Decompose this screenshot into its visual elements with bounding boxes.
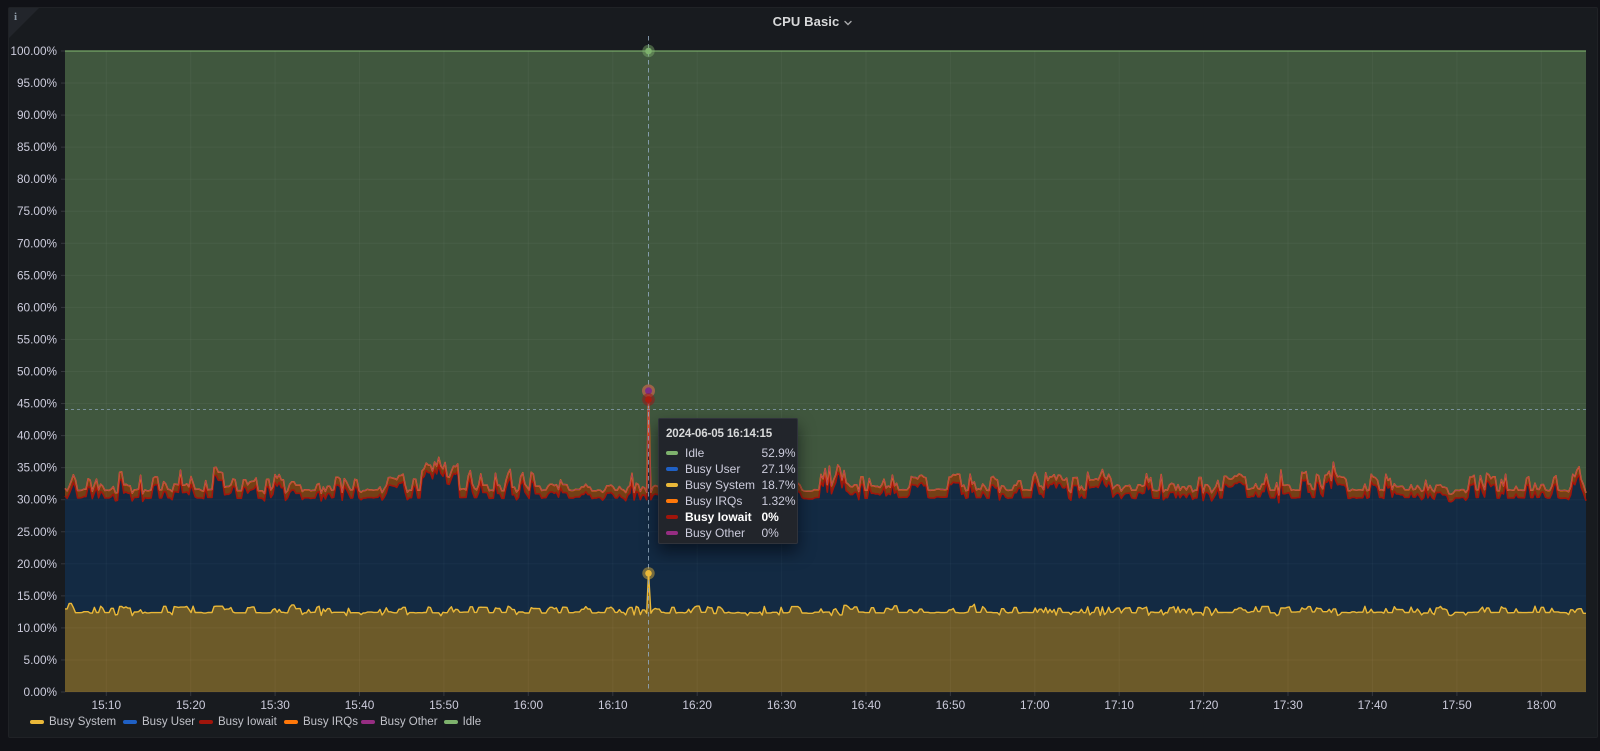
svg-text:5.00%: 5.00% bbox=[24, 653, 58, 667]
svg-text:16:40: 16:40 bbox=[851, 698, 881, 712]
svg-text:17:00: 17:00 bbox=[1020, 698, 1050, 712]
svg-text:15:30: 15:30 bbox=[260, 698, 290, 712]
svg-text:35.00%: 35.00% bbox=[17, 461, 58, 475]
svg-text:40.00%: 40.00% bbox=[17, 429, 58, 443]
svg-text:16:30: 16:30 bbox=[767, 698, 797, 712]
svg-text:17:30: 17:30 bbox=[1273, 698, 1303, 712]
svg-text:16:00: 16:00 bbox=[514, 698, 544, 712]
svg-text:25.00%: 25.00% bbox=[17, 525, 58, 539]
svg-text:20.00%: 20.00% bbox=[17, 557, 58, 571]
svg-text:16:50: 16:50 bbox=[936, 698, 966, 712]
svg-text:55.00%: 55.00% bbox=[17, 332, 58, 346]
svg-text:85.00%: 85.00% bbox=[17, 140, 58, 154]
svg-text:15:20: 15:20 bbox=[176, 698, 206, 712]
svg-text:15:50: 15:50 bbox=[429, 698, 459, 712]
svg-text:90.00%: 90.00% bbox=[17, 108, 58, 122]
svg-text:17:10: 17:10 bbox=[1104, 698, 1134, 712]
svg-text:17:40: 17:40 bbox=[1358, 698, 1388, 712]
svg-text:18:00: 18:00 bbox=[1527, 698, 1557, 712]
svg-text:60.00%: 60.00% bbox=[17, 300, 58, 314]
svg-text:10.00%: 10.00% bbox=[17, 621, 58, 635]
svg-text:50.00%: 50.00% bbox=[17, 365, 58, 379]
svg-text:65.00%: 65.00% bbox=[17, 268, 58, 282]
svg-text:75.00%: 75.00% bbox=[17, 204, 58, 218]
svg-text:100.00%: 100.00% bbox=[10, 44, 57, 58]
svg-text:16:10: 16:10 bbox=[598, 698, 628, 712]
svg-text:15:40: 15:40 bbox=[345, 698, 375, 712]
svg-text:95.00%: 95.00% bbox=[17, 76, 58, 90]
svg-text:80.00%: 80.00% bbox=[17, 172, 58, 186]
svg-text:16:20: 16:20 bbox=[682, 698, 712, 712]
svg-text:17:50: 17:50 bbox=[1442, 698, 1472, 712]
svg-text:70.00%: 70.00% bbox=[17, 236, 58, 250]
svg-text:0.00%: 0.00% bbox=[24, 685, 58, 699]
svg-text:30.00%: 30.00% bbox=[17, 493, 58, 507]
svg-text:15.00%: 15.00% bbox=[17, 589, 58, 603]
svg-text:45.00%: 45.00% bbox=[17, 397, 58, 411]
svg-text:15:10: 15:10 bbox=[92, 698, 122, 712]
svg-text:17:20: 17:20 bbox=[1189, 698, 1219, 712]
